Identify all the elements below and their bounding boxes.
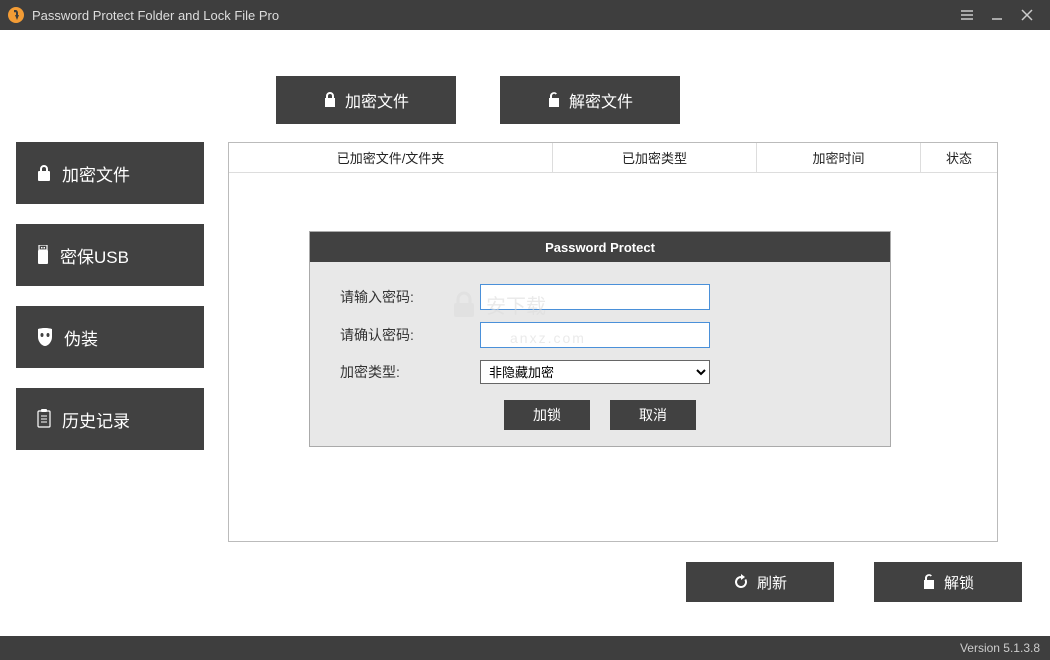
- app-logo-icon: [8, 7, 24, 23]
- usb-icon: [36, 245, 50, 265]
- button-label: 解锁: [944, 572, 974, 593]
- statusbar: Version 5.1.3.8: [0, 636, 1050, 660]
- sidebar-item-label: 加密文件: [62, 161, 130, 186]
- minimize-button[interactable]: [982, 0, 1012, 30]
- lock-open-icon: [922, 574, 936, 590]
- sidebar-item-label: 历史记录: [62, 407, 130, 432]
- file-list-panel: 已加密文件/文件夹 已加密类型 加密时间 状态 Password Protect…: [228, 142, 998, 542]
- encrypt-type-label: 加密类型:: [340, 362, 480, 382]
- refresh-button[interactable]: 刷新: [686, 562, 834, 602]
- sidebar: 加密文件 密保USB 伪装 历史记录: [0, 142, 220, 622]
- sidebar-item-encrypt[interactable]: 加密文件: [16, 142, 204, 204]
- confirm-password-label: 请确认密码:: [340, 325, 480, 345]
- window-title: Password Protect Folder and Lock File Pr…: [32, 8, 279, 23]
- sidebar-item-disguise[interactable]: 伪装: [16, 306, 204, 368]
- col-header-file[interactable]: 已加密文件/文件夹: [229, 143, 553, 173]
- titlebar: Password Protect Folder and Lock File Pr…: [0, 0, 1050, 30]
- button-label: 解密文件: [569, 88, 633, 112]
- lock-open-icon: [547, 92, 561, 108]
- col-header-status[interactable]: 状态: [921, 143, 997, 173]
- sidebar-item-label: 密保USB: [60, 243, 129, 268]
- unlock-button[interactable]: 解锁: [874, 562, 1022, 602]
- close-button[interactable]: [1012, 0, 1042, 30]
- sidebar-item-history[interactable]: 历史记录: [16, 388, 204, 450]
- mask-icon: [36, 327, 54, 347]
- password-input[interactable]: [480, 284, 710, 310]
- version-label: Version 5.1.3.8: [960, 641, 1040, 655]
- lock-closed-icon: [323, 92, 337, 108]
- sidebar-item-usb[interactable]: 密保USB: [16, 224, 204, 286]
- col-header-time[interactable]: 加密时间: [757, 143, 921, 173]
- lock-button[interactable]: 加锁: [504, 400, 590, 430]
- encrypt-type-select[interactable]: 非隐藏加密: [480, 360, 710, 384]
- menu-button[interactable]: [952, 0, 982, 30]
- lock-icon: [36, 164, 52, 182]
- refresh-icon: [733, 574, 749, 590]
- col-header-type[interactable]: 已加密类型: [553, 143, 757, 173]
- table-header: 已加密文件/文件夹 已加密类型 加密时间 状态: [229, 143, 997, 173]
- button-label: 刷新: [757, 572, 787, 593]
- clipboard-icon: [36, 409, 52, 429]
- dialog-title: Password Protect: [310, 232, 890, 262]
- password-label: 请输入密码:: [340, 287, 480, 307]
- encrypt-file-button[interactable]: 加密文件: [276, 76, 456, 124]
- button-label: 加密文件: [345, 88, 409, 112]
- password-dialog: Password Protect 请输入密码: 请确认密码: 加密类型: 非隐藏…: [309, 231, 891, 447]
- cancel-button[interactable]: 取消: [610, 400, 696, 430]
- decrypt-file-button[interactable]: 解密文件: [500, 76, 680, 124]
- confirm-password-input[interactable]: [480, 322, 710, 348]
- sidebar-item-label: 伪装: [64, 325, 98, 350]
